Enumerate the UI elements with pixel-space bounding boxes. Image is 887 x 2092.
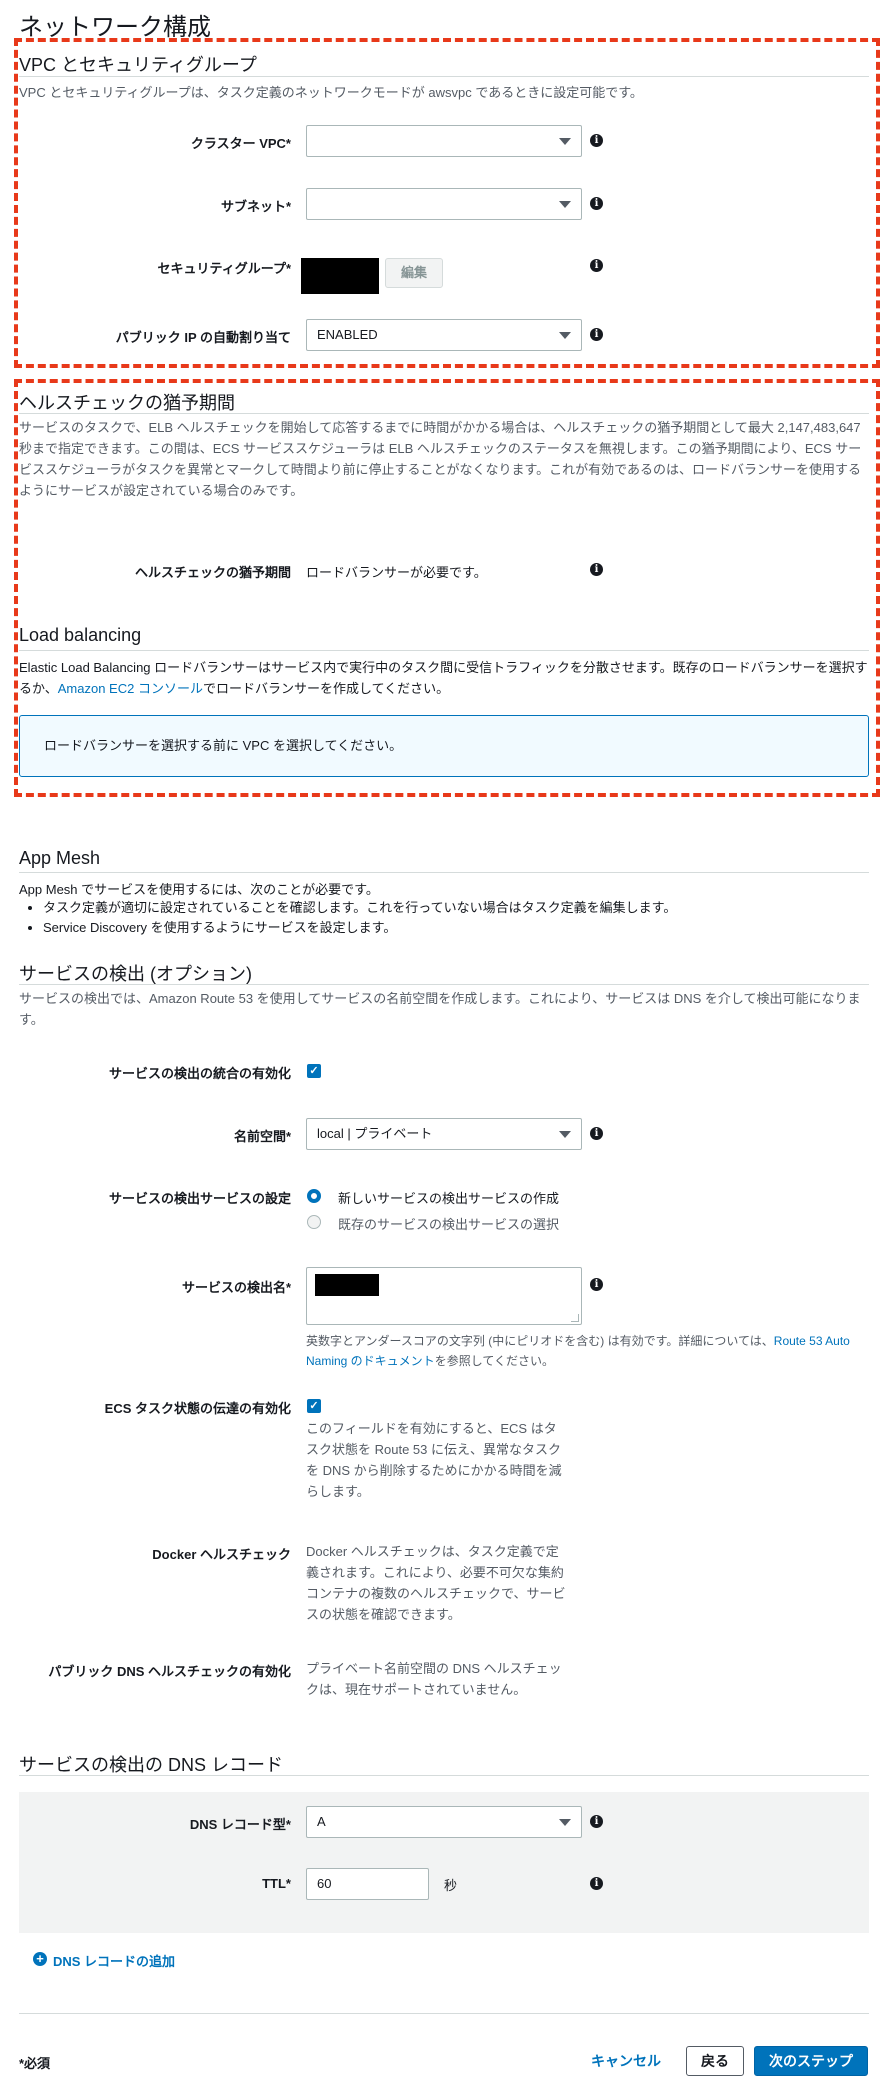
add-dns-record-link[interactable]: DNS レコードの追加 — [53, 1951, 175, 1970]
discovery-name-input[interactable] — [306, 1267, 582, 1325]
list-item: タスク定義が適切に設定されていることを確認します。これを行っていない場合はタスク… — [43, 898, 869, 918]
ttl-unit: 秒 — [444, 1878, 458, 1893]
dns-record-type-select[interactable]: A — [306, 1806, 582, 1838]
cluster-vpc-select[interactable] — [306, 125, 582, 157]
chevron-down-icon — [559, 332, 571, 339]
ttl-input[interactable]: 60 — [306, 1868, 429, 1900]
appmesh-requirements-list: タスク定義が適切に設定されていることを確認します。これを行っていない場合はタスク… — [19, 898, 869, 938]
divider — [19, 872, 869, 873]
info-icon[interactable]: i — [590, 1815, 603, 1828]
redacted-security-group — [301, 258, 379, 294]
resize-handle-icon[interactable] — [571, 1314, 579, 1322]
radio-existing-service[interactable] — [307, 1215, 321, 1229]
public-dns-health-label: パブリック DNS ヘルスチェックの有効化 — [48, 1664, 291, 1679]
ecs-task-state-description: このフィールドを有効にすると、ECS はタスク状態を Route 53 に伝え、… — [306, 1421, 562, 1499]
page-title: ネットワーク構成 — [19, 14, 211, 41]
divider — [19, 650, 869, 651]
list-item: Service Discovery を使用するようにサービスを設定します。 — [43, 918, 869, 938]
chevron-down-icon — [559, 1131, 571, 1138]
edit-security-group-button[interactable]: 編集 — [385, 258, 443, 288]
ecs-task-state-checkbox[interactable]: ✓ — [307, 1399, 321, 1413]
docker-health-description: Docker ヘルスチェックは、タスク定義で定義されます。これにより、必要不可欠… — [306, 1544, 566, 1622]
divider — [19, 2013, 869, 2014]
dns-record-type-value: A — [317, 1814, 326, 1829]
redacted-service-name — [315, 1274, 379, 1296]
ec2-console-link[interactable]: Amazon EC2 コンソール — [58, 681, 203, 696]
hint-text: 英数字とアンダースコアの文字列 (中にピリオドを含む) は有効です。詳細について… — [306, 1334, 774, 1348]
discovery-enable-label: サービスの検出の統合の有効化 — [108, 1066, 291, 1081]
divider — [19, 984, 869, 985]
security-group-label: セキュリティグループ* — [157, 261, 292, 276]
divider — [19, 76, 869, 77]
vpc-section-description: VPC とセキュリティグループは、タスク定義のネットワークモードが awsvpc… — [19, 85, 643, 100]
appmesh-section-title: App Mesh — [19, 848, 101, 868]
info-icon[interactable]: i — [590, 563, 603, 576]
back-button[interactable]: 戻る — [686, 2046, 744, 2076]
public-ip-label: パブリック IP の自動割り当て — [115, 330, 291, 345]
public-ip-select[interactable]: ENABLED — [306, 319, 582, 351]
divider — [19, 413, 869, 414]
radio-new-service-label[interactable]: 新しいサービスの検出サービスの作成 — [338, 1188, 559, 1207]
next-step-button[interactable]: 次のステップ — [754, 2046, 868, 2076]
info-icon[interactable]: i — [590, 197, 603, 210]
dns-section-title: サービスの検出の DNS レコード — [19, 1755, 284, 1775]
info-icon[interactable]: i — [590, 328, 603, 341]
health-grace-label: ヘルスチェックの猶予期間 — [134, 565, 291, 580]
subnet-label: サブネット* — [220, 199, 291, 214]
ttl-label: TTL* — [262, 1876, 291, 1891]
health-section-title: ヘルスチェックの猶予期間 — [19, 393, 235, 413]
discovery-name-label: サービスの検出名* — [181, 1280, 291, 1295]
vpc-section-title: VPC とセキュリティグループ — [19, 55, 257, 75]
lb-desc-text: でロードバランサーを作成してください。 — [202, 681, 450, 696]
ecs-task-state-label: ECS タスク状態の伝達の有効化 — [104, 1401, 291, 1416]
appmesh-intro: App Mesh でサービスを使用するには、次のことが必要です。 — [19, 882, 379, 897]
info-icon[interactable]: i — [590, 1877, 603, 1890]
radio-existing-service-label[interactable]: 既存のサービスの検出サービスの選択 — [338, 1214, 559, 1233]
discovery-section-title: サービスの検出 (オプション) — [19, 964, 252, 984]
hint-text: を参照してください。 — [434, 1354, 554, 1368]
lb-section-title: Load balancing — [19, 625, 142, 645]
chevron-down-icon — [559, 1819, 571, 1826]
public-ip-value: ENABLED — [317, 327, 378, 342]
public-dns-health-description: プライベート名前空間の DNS ヘルスチェックは、現在サポートされていません。 — [306, 1661, 562, 1697]
cluster-vpc-label: クラスター VPC* — [190, 136, 291, 151]
subnet-select[interactable] — [306, 188, 582, 220]
docker-health-label: Docker ヘルスチェック — [152, 1547, 291, 1562]
required-note: *必須 — [19, 2056, 51, 2071]
info-icon[interactable]: i — [590, 1278, 603, 1291]
health-section-description: サービスのタスクで、ELB ヘルスチェックを開始して応答するまでに時間がかかる場… — [19, 420, 862, 498]
namespace-select[interactable]: local | プライベート — [306, 1118, 582, 1150]
namespace-label: 名前空間* — [233, 1129, 291, 1144]
chevron-down-icon — [559, 201, 571, 208]
namespace-value: local | プライベート — [317, 1126, 433, 1141]
divider — [19, 1775, 869, 1776]
discovery-enable-checkbox[interactable]: ✓ — [307, 1064, 321, 1078]
cancel-button[interactable]: キャンセル — [584, 2046, 668, 2076]
select-vpc-alert: ロードバランサーを選択する前に VPC を選択してください。 — [19, 715, 869, 777]
dns-record-type-label: DNS レコード型* — [189, 1817, 291, 1832]
info-icon[interactable]: i — [590, 134, 603, 147]
lb-section-description: Elastic Load Balancing ロードバランサーはサービス内で実行… — [19, 657, 869, 699]
discovery-name-hint: 英数字とアンダースコアの文字列 (中にピリオドを含む) は有効です。詳細について… — [306, 1331, 866, 1371]
info-icon[interactable]: i — [590, 1127, 603, 1140]
discovery-section-description: サービスの検出では、Amazon Route 53 を使用してサービスの名前空間… — [19, 991, 861, 1027]
discovery-service-setting-label: サービスの検出サービスの設定 — [108, 1191, 291, 1206]
radio-new-service[interactable] — [307, 1189, 321, 1203]
health-grace-value: ロードバランサーが必要です。 — [306, 565, 487, 580]
add-icon[interactable]: + — [33, 1952, 47, 1966]
chevron-down-icon — [559, 138, 571, 145]
info-icon[interactable]: i — [590, 259, 603, 272]
